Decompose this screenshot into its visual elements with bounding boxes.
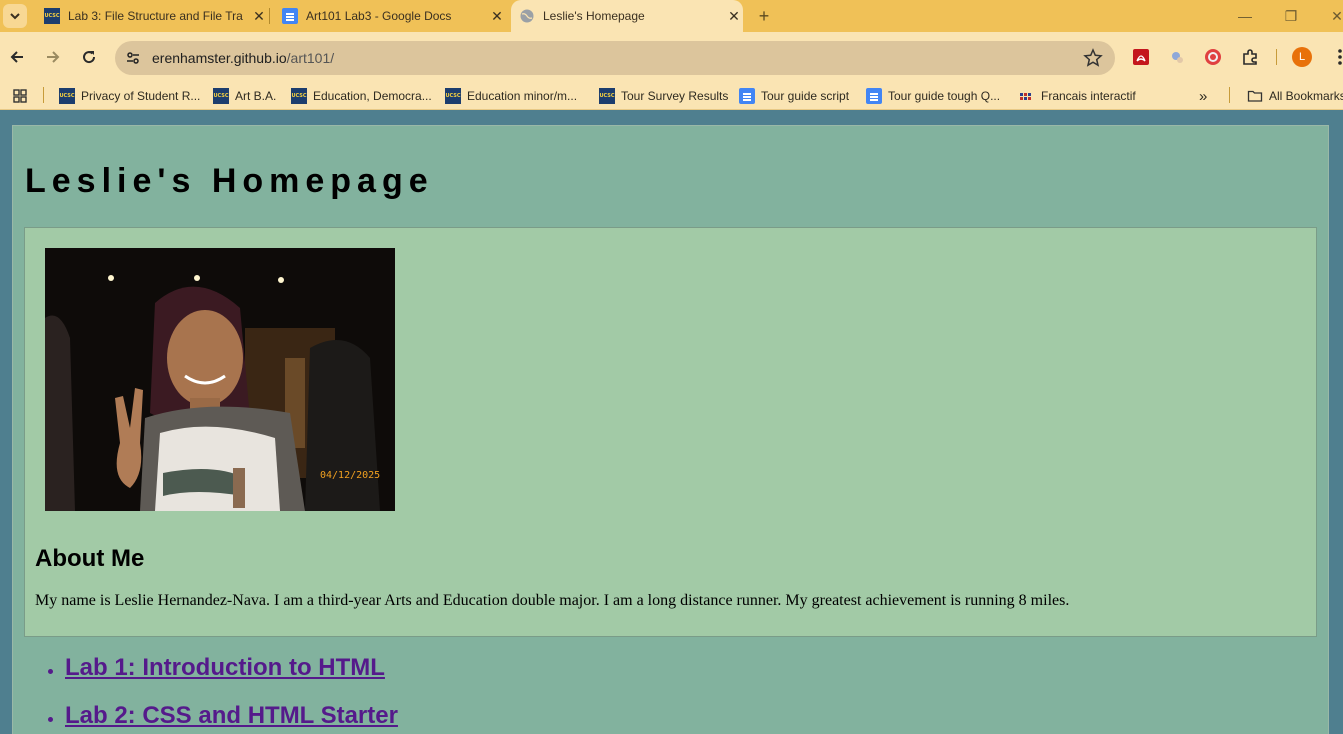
bookmark-francais-interactif[interactable]: Francais interactif [1019,87,1136,105]
minimize-button[interactable]: — [1222,0,1268,32]
bookmark-star-icon[interactable] [1083,48,1103,68]
close-tab-icon[interactable]: ✕ [725,7,743,25]
url-text: erenhamster.github.io/art101/ [152,50,334,66]
forward-button[interactable] [40,44,66,70]
about-text: My name is Leslie Hernandez-Nava. I am a… [35,592,1070,609]
tab-strip: UCSC Lab 3: File Structure and File Tra … [0,0,1343,32]
photo-date-stamp: 04/12/2025 [320,470,380,481]
bookmark-label: Education minor/m... [467,89,578,103]
extensions-puzzle-icon[interactable] [1240,47,1260,67]
double-chevron-right-icon: » [1199,87,1208,105]
apps-button[interactable] [12,87,28,105]
lens-extension-icon[interactable] [1167,47,1187,67]
bookmark-label: Art B.A. [235,89,277,103]
profile-photo: 04/12/2025 [45,248,395,511]
bookmark-label: Francais interactif [1041,89,1136,103]
bookmark-tour-guide-tough[interactable]: Tour guide tough Q... [866,87,1000,105]
url-host: erenhamster.github.io [152,50,287,66]
arrow-right-icon [47,51,60,63]
google-docs-icon [282,8,298,24]
bookmark-label: Tour guide tough Q... [888,89,1001,103]
site-info-button[interactable] [121,46,145,70]
reload-button[interactable] [76,44,102,70]
address-bar[interactable]: erenhamster.github.io/art101/ [115,41,1115,75]
bookmarks-separator [1229,87,1230,103]
apps-grid-icon [13,89,27,103]
tab-lab3[interactable]: UCSC Lab 3: File Structure and File Tra … [36,0,268,32]
ucsc-icon: UCSC [44,8,60,24]
arrow-left-icon [10,51,23,63]
bookmark-tour-guide-script[interactable]: Tour guide script [739,87,849,105]
back-button[interactable] [4,44,30,70]
ucsc-icon: UCSC [291,88,307,104]
tab-google-docs[interactable]: Art101 Lab3 - Google Docs ✕ [274,0,506,32]
bookmark-privacy[interactable]: UCSC Privacy of Student R... [59,87,200,105]
bookmark-education-minor[interactable]: UCSC Education minor/m... [445,87,577,105]
bookmarks-bar: UCSC Privacy of Student R... UCSC Art B.… [0,82,1343,110]
tab-title: Leslie's Homepage [543,9,645,23]
bookmarks-separator [43,87,44,103]
about-section: 04/12/2025 About Me My name is Leslie He… [24,227,1317,637]
page-container: Leslie's Homepage 04/12/2025 About Me My… [12,125,1329,734]
bookmark-art-ba[interactable]: UCSC Art B.A. [213,87,276,105]
ucsc-icon: UCSC [599,88,615,104]
all-bookmarks-label: All Bookmarks [1269,89,1343,103]
bookmarks-overflow-button[interactable]: » [1199,87,1207,105]
bookmark-label: Tour Survey Results [621,89,729,103]
browser-toolbar: erenhamster.github.io/art101/ L [0,32,1343,82]
tab-leslies-homepage[interactable]: Leslie's Homepage ✕ [511,0,743,32]
ucsc-icon: UCSC [445,88,461,104]
ucsc-icon: UCSC [213,88,229,104]
new-tab-button[interactable]: + [753,5,775,27]
record-extension-icon[interactable] [1203,47,1223,67]
bookmark-education-democracy[interactable]: UCSC Education, Democra... [291,87,432,105]
tab-title: Lab 3: File Structure and File Tra [68,9,243,23]
bookmark-label: Privacy of Student R... [81,89,201,103]
pdf-extension-icon[interactable] [1131,47,1151,67]
tab-search-button[interactable] [3,4,27,28]
chevron-down-icon [10,13,20,20]
restore-button[interactable]: ❐ [1268,0,1314,32]
page-viewport: Leslie's Homepage 04/12/2025 About Me My… [0,115,1343,734]
globe-icon [520,9,534,23]
all-bookmarks-button[interactable]: All Bookmarks [1247,87,1343,105]
more-menu-icon[interactable] [1330,47,1343,67]
google-docs-icon [866,88,882,104]
lab-1-link[interactable]: Lab 1: Introduction to HTML [65,654,385,681]
bookmark-label: Education, Democra... [313,89,432,103]
bookmark-tour-survey[interactable]: UCSC Tour Survey Results [599,87,728,105]
profile-avatar[interactable]: L [1292,47,1312,67]
close-tab-icon[interactable]: ✕ [488,7,506,25]
lab-2-link[interactable]: Lab 2: CSS and HTML Starter [65,702,398,729]
url-path: /art101/ [286,50,335,66]
tune-icon [127,52,139,64]
list-item: Lab 1: Introduction to HTML [48,654,398,702]
ucsc-icon: UCSC [59,88,75,104]
lab-links-list: Lab 1: Introduction to HTML Lab 2: CSS a… [48,654,398,734]
close-window-button[interactable]: ✕ [1314,0,1343,32]
folder-icon [1247,90,1263,102]
reload-icon [83,51,96,64]
tab-separator [269,8,270,24]
about-heading: About Me [35,545,145,572]
bookmark-label: Tour guide script [761,89,850,103]
grid-icon [1020,93,1031,100]
page-title: Leslie's Homepage [25,162,434,200]
tab-title: Art101 Lab3 - Google Docs [306,9,452,23]
list-item: Lab 2: CSS and HTML Starter [48,702,398,734]
toolbar-separator [1276,49,1277,65]
google-docs-icon [739,88,755,104]
close-tab-icon[interactable]: ✕ [250,7,268,25]
